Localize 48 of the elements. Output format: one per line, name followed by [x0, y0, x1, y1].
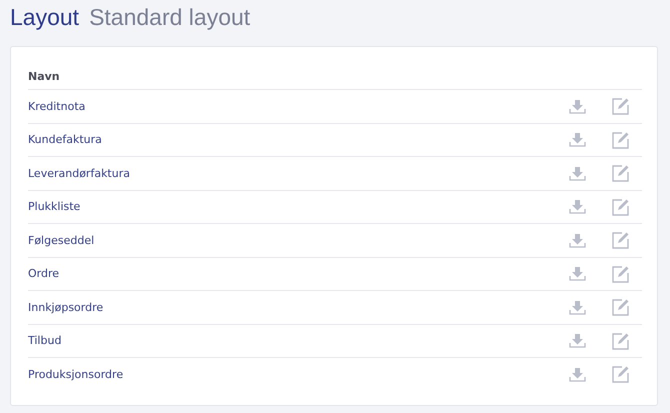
edit-button[interactable]	[612, 332, 630, 350]
download-icon	[569, 199, 586, 214]
download-icon	[569, 300, 586, 315]
page-title: Layout	[10, 4, 80, 31]
edit-button[interactable]	[612, 164, 630, 182]
download-button[interactable]	[569, 333, 586, 348]
edit-button[interactable]	[612, 97, 630, 116]
edit-icon	[612, 130, 630, 149]
layout-link[interactable]: Følgeseddel	[28, 234, 569, 247]
download-button[interactable]	[569, 366, 586, 382]
download-icon	[569, 166, 586, 181]
edit-button[interactable]	[612, 198, 630, 216]
edit-button[interactable]	[612, 231, 630, 250]
edit-icon	[612, 231, 630, 250]
download-button[interactable]	[569, 266, 586, 282]
download-icon	[569, 132, 586, 148]
edit-icon	[612, 264, 630, 283]
edit-icon	[612, 97, 630, 116]
edit-icon	[612, 164, 630, 182]
edit-button[interactable]	[612, 264, 630, 283]
layout-link[interactable]: Innkjøpsordre	[28, 300, 569, 314]
download-button[interactable]	[569, 199, 586, 214]
download-icon	[569, 366, 586, 382]
layout-link[interactable]: Ordre	[28, 267, 569, 280]
edit-icon	[612, 198, 630, 216]
download-button[interactable]	[569, 300, 586, 315]
column-header: Navn	[28, 70, 60, 82]
edit-button[interactable]	[612, 130, 630, 149]
download-button[interactable]	[569, 98, 586, 114]
download-button[interactable]	[569, 232, 586, 248]
page-subtitle: Standard layout	[89, 4, 250, 31]
edit-icon	[612, 332, 630, 350]
edit-icon	[612, 298, 630, 316]
download-icon	[569, 333, 586, 348]
download-button[interactable]	[569, 166, 586, 181]
download-button[interactable]	[569, 132, 586, 148]
edit-icon	[612, 365, 630, 384]
layout-link[interactable]: Produksjonsordre	[28, 368, 569, 381]
layout-link[interactable]: Plukkliste	[28, 200, 569, 214]
layout-link[interactable]: Kreditnota	[28, 100, 569, 113]
edit-button[interactable]	[612, 365, 630, 384]
edit-button[interactable]	[612, 298, 630, 316]
layout-link[interactable]: Leverandørfaktura	[28, 166, 569, 180]
download-icon	[569, 98, 586, 114]
download-icon	[569, 232, 586, 248]
layout-link[interactable]: Kundefaktura	[28, 133, 569, 146]
download-icon	[569, 266, 586, 282]
layout-link[interactable]: Tilbud	[28, 334, 569, 348]
